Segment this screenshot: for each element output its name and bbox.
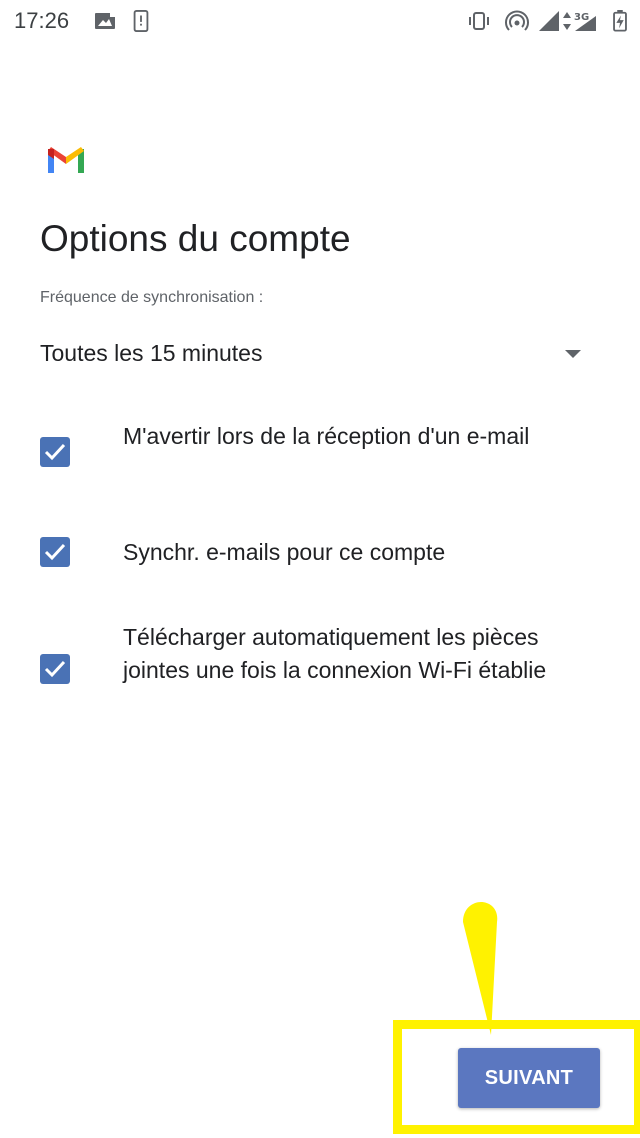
sync-frequency-label: Fréquence de synchronisation : xyxy=(40,289,264,306)
page-title: Options du compte xyxy=(40,218,351,259)
checkmark-icon xyxy=(44,443,66,461)
checkbox-auto-download-attachments[interactable] xyxy=(40,654,70,684)
network-3g-label: 3G xyxy=(574,12,589,23)
option-label: Télécharger automatiquement les pièces j… xyxy=(123,624,547,683)
hotspot-icon xyxy=(505,10,529,31)
network-3g-icon: 3G xyxy=(563,12,596,31)
checkbox-sync-emails[interactable] xyxy=(40,537,70,567)
signal-icon xyxy=(539,11,559,31)
sync-frequency-dropdown[interactable]: Toutes les 15 minutes xyxy=(40,330,585,380)
option-auto-download-attachments[interactable]: Télécharger automatiquement les pièces j… xyxy=(40,621,580,721)
option-label: M'avertir lors de la réception d'un e-ma… xyxy=(123,423,530,449)
status-time: 17:26 xyxy=(14,8,70,33)
gmail-logo-icon xyxy=(48,147,84,173)
option-sync-emails[interactable]: Synchr. e-mails pour ce compte xyxy=(40,536,580,572)
checkmark-icon xyxy=(44,543,66,561)
status-bar: 17:26 3G xyxy=(0,0,640,44)
battery-charging-icon xyxy=(613,10,627,32)
option-label: Synchr. e-mails pour ce compte xyxy=(123,539,446,565)
option-notify-email[interactable]: M'avertir lors de la réception d'un e-ma… xyxy=(40,420,580,490)
next-button[interactable]: SUIVANT xyxy=(458,1048,600,1108)
checkmark-icon xyxy=(44,660,66,678)
vibrate-icon xyxy=(469,12,489,30)
sim-alert-icon xyxy=(133,10,149,32)
gallery-notification-icon xyxy=(95,13,115,29)
sync-frequency-value: Toutes les 15 minutes xyxy=(40,340,263,366)
dropdown-arrow-icon xyxy=(565,350,581,358)
highlight-pointer-icon xyxy=(463,902,498,1035)
checkbox-notify-email[interactable] xyxy=(40,437,70,467)
